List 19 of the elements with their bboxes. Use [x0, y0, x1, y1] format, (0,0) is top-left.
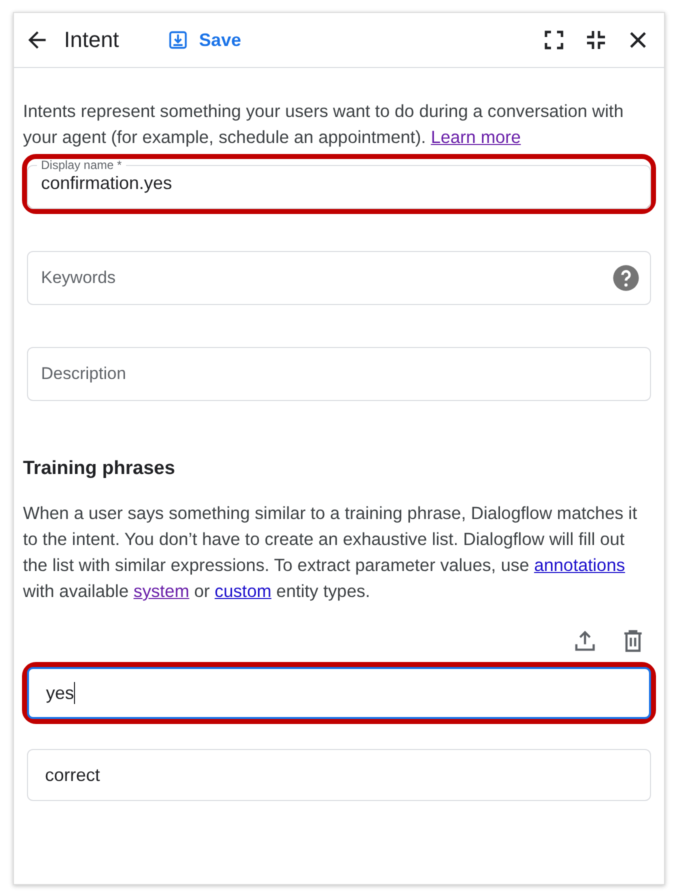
learn-more-link[interactable]: Learn more — [430, 127, 521, 147]
help-icon[interactable] — [612, 264, 640, 292]
field-label: Display name * — [40, 159, 123, 171]
intro-text: Intents represent something your users want to do during a conversation with your agent (for example, schedule an appointment). Learn more — [23, 100, 624, 149]
collapse-icon[interactable] — [584, 28, 608, 52]
fullscreen-icon[interactable] — [542, 28, 566, 52]
keywords-field[interactable]: Keywords — [27, 251, 651, 305]
description-field[interactable]: Description — [27, 347, 651, 401]
training-phrase-field[interactable]: correct — [27, 749, 651, 801]
docs-link[interactable]: custom — [214, 581, 272, 601]
docs-link[interactable]: system — [134, 581, 190, 601]
docs-link[interactable]: annotations — [534, 555, 626, 575]
panel-title: Intent — [64, 27, 120, 53]
save-icon — [167, 29, 190, 51]
save-button[interactable]: Save — [163, 25, 246, 55]
training-description: When a user says something similar to a training phrase, Dialogflow matches it to the intent. You don’t have to create an exhaustive list. Dialogflow will fill out the list with similar expressions. To extract parameter values, use annotations with available system or custom entity types. — [23, 502, 638, 603]
section-heading: Training phrases — [23, 458, 176, 480]
training-phrase-field[interactable]: yes — [27, 667, 651, 719]
display-name-field[interactable]: Display name * confirmation.yes — [27, 159, 651, 209]
